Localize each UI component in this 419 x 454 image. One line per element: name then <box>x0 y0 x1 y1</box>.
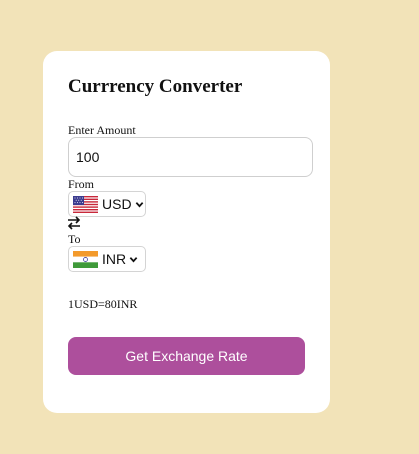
swap-icon[interactable] <box>67 216 81 230</box>
to-currency-value: INR <box>102 251 127 267</box>
india-flag-icon <box>73 250 98 268</box>
get-exchange-rate-button[interactable]: Get Exchange Rate <box>68 337 305 375</box>
converter-card: Currrency Converter Enter Amount From US… <box>43 51 330 413</box>
from-currency-value: USD <box>102 196 132 212</box>
us-flag-icon <box>73 195 98 213</box>
chevron-down-icon <box>135 201 143 207</box>
amount-label: Enter Amount <box>68 123 136 137</box>
to-currency-select[interactable]: INR <box>68 246 146 272</box>
from-label: From <box>68 177 95 191</box>
exchange-rate-result: 1USD=80INR <box>68 297 138 311</box>
chevron-down-icon <box>129 256 138 262</box>
from-currency-select[interactable]: USD <box>68 191 146 217</box>
page-title: Currrency Converter <box>68 76 243 97</box>
amount-input[interactable] <box>68 137 313 177</box>
to-label: To <box>68 232 81 246</box>
